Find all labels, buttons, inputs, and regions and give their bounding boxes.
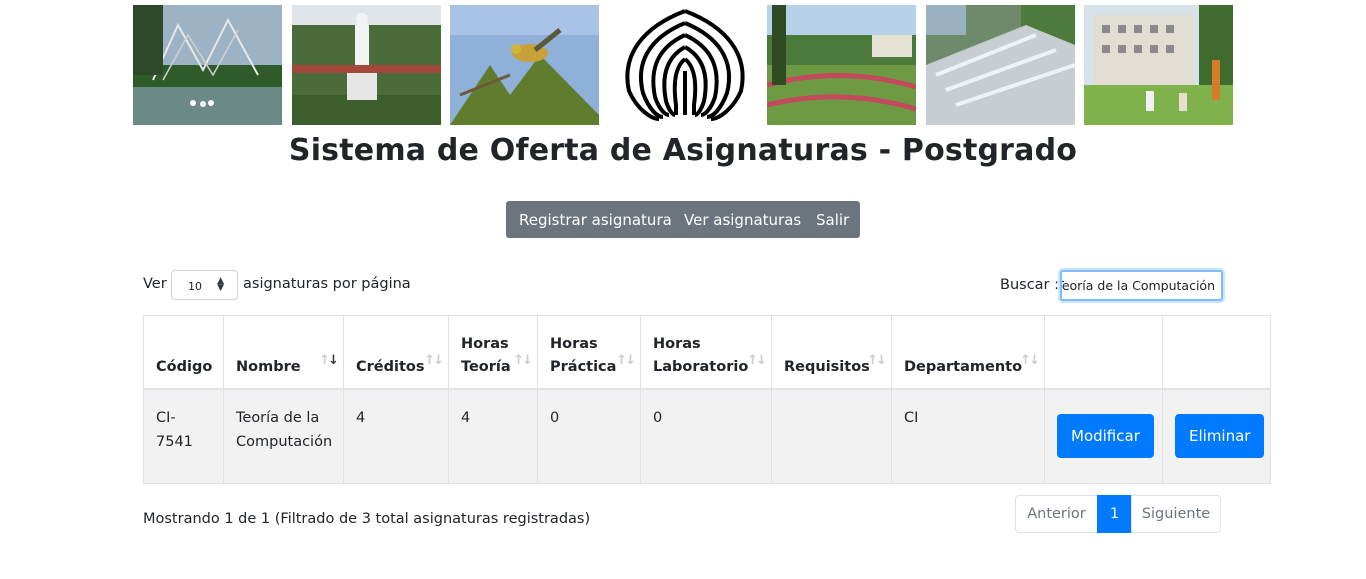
statue-photo <box>292 5 441 125</box>
select-arrows-icon: ▲ ▼ <box>217 276 224 293</box>
table-header-row: Código Nombre ↑↓ Créditos ↑↓ Horas Teoría ↑↓… <box>143 315 1271 390</box>
nav-ver-asignaturas[interactable]: Ver asignaturas <box>684 211 801 229</box>
page-length-select[interactable]: 10 ▲ ▼ <box>171 270 238 300</box>
col-header-delete <box>1162 315 1271 390</box>
col-header-modify <box>1044 315 1163 390</box>
subjects-table: Código Nombre ↑↓ Créditos ↑↓ Horas Teoría ↑↓… <box>143 315 1271 484</box>
sort-icon: ↑↓ <box>867 352 887 368</box>
length-prefix-label: Ver <box>143 276 167 292</box>
cell-departamento: CI <box>891 388 1045 484</box>
search-input-value: Teoría de la Computación <box>1060 278 1215 293</box>
sort-icon: ↑↓ <box>424 352 444 368</box>
bird-photo <box>450 5 599 125</box>
search-input[interactable]: Teoría de la Computación <box>1060 270 1223 301</box>
page-title: Sistema de Oferta de Asignaturas - Postg… <box>288 133 1078 168</box>
col-header-horas-laboratorio[interactable]: Horas Laboratorio ↑↓ <box>640 315 772 390</box>
nav-salir[interactable]: Salir <box>816 211 849 229</box>
cell-delete: Eliminar <box>1162 388 1271 484</box>
pagination-previous-button[interactable]: Anterior <box>1015 495 1098 533</box>
cell-modify: Modificar <box>1044 388 1163 484</box>
cell-creditos: 4 <box>343 388 449 484</box>
search-label: Buscar : <box>1000 277 1060 293</box>
col-header-horas-practica[interactable]: Horas Práctica ↑↓ <box>537 315 641 390</box>
cell-horas-laboratorio: 0 <box>640 388 772 484</box>
students-lawn-photo <box>1084 5 1233 125</box>
pagination-page-1[interactable]: 1 <box>1097 495 1132 533</box>
modify-button[interactable]: Modificar <box>1057 414 1154 459</box>
sculpture-lake-photo <box>133 5 282 125</box>
banner <box>133 5 1233 125</box>
sort-icon: ↑↓ <box>747 352 767 368</box>
table-row: CI-7541 Teoría de la Computación 4 4 0 0… <box>143 388 1271 484</box>
table-info: Mostrando 1 de 1 (Filtrado de 3 total as… <box>143 511 591 527</box>
pagination: Anterior 1 Siguiente <box>1015 495 1221 533</box>
nav-registrar-asignatura[interactable]: Registrar asignatura <box>519 211 672 229</box>
col-header-departamento[interactable]: Departamento ↑↓ <box>891 315 1045 390</box>
sort-icon: ↑↓ <box>513 352 533 368</box>
pagination-next-button[interactable]: Siguiente <box>1131 495 1221 533</box>
length-suffix-label: asignaturas por página <box>243 276 411 292</box>
main-nav: Registrar asignatura Ver asignaturas Sal… <box>506 201 860 238</box>
sort-desc-icon: ↑↓ <box>319 352 339 368</box>
cell-horas-teoria: 4 <box>448 388 538 484</box>
cell-horas-practica: 0 <box>537 388 641 484</box>
col-header-horas-teoria[interactable]: Horas Teoría ↑↓ <box>448 315 538 390</box>
col-header-nombre[interactable]: Nombre ↑↓ <box>223 315 344 390</box>
delete-button[interactable]: Eliminar <box>1175 414 1265 459</box>
sort-icon: ↑↓ <box>616 352 636 368</box>
university-logo <box>611 5 760 125</box>
cell-codigo: CI-7541 <box>143 388 224 484</box>
col-header-requisitos[interactable]: Requisitos ↑↓ <box>771 315 892 390</box>
sort-icon: ↑↓ <box>1020 352 1040 368</box>
page-length-value: 10 <box>188 280 202 293</box>
col-header-creditos[interactable]: Créditos ↑↓ <box>343 315 449 390</box>
col-header-codigo[interactable]: Código <box>143 315 224 390</box>
fountain-photo <box>926 5 1075 125</box>
cell-nombre: Teoría de la Computación <box>223 388 344 484</box>
gardens-photo <box>767 5 916 125</box>
cell-requisitos <box>771 388 892 484</box>
